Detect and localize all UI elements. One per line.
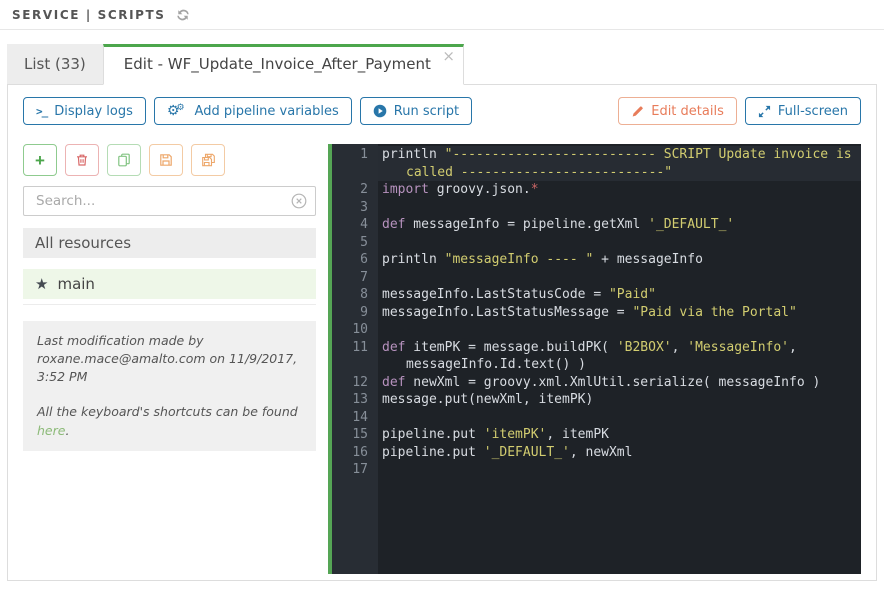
line-number: 13 — [352, 392, 368, 407]
breadcrumb: SERVICE | SCRIPTS — [12, 8, 166, 22]
line-number: 1 — [360, 147, 368, 162]
tab-list[interactable]: List (33) — [7, 44, 103, 84]
code-line[interactable]: 17 — [332, 461, 861, 479]
resource-item-label: main — [57, 275, 95, 293]
star-icon: ★ — [35, 275, 49, 293]
code-line[interactable]: 15 pipeline.put 'itemPK', itemPK — [332, 426, 861, 444]
display-logs-button[interactable]: >_ Display logs — [23, 97, 146, 125]
add-pipeline-variables-button[interactable]: ⚙⚙ Add pipeline variables — [153, 97, 352, 125]
line-number: 14 — [352, 409, 368, 425]
content-row: + Search... All resources ★ main Last mo… — [23, 144, 861, 574]
pencil-icon — [631, 105, 644, 118]
line-number: 7 — [360, 269, 368, 285]
last-modification-text: Last modification made by roxane.mace@am… — [37, 333, 298, 385]
tab-edit-label: Edit - WF_Update_Invoice_After_Payment — [123, 55, 431, 73]
resource-item-main[interactable]: ★ main — [23, 269, 316, 299]
code-line[interactable]: 7 — [332, 269, 861, 287]
close-tab-icon[interactable]: × — [442, 49, 455, 64]
line-number: 10 — [352, 322, 368, 337]
edit-details-button[interactable]: Edit details — [618, 97, 737, 125]
code-line[interactable]: 13 message.put(newXml, itemPK) — [332, 391, 861, 409]
run-script-label: Run script — [393, 103, 460, 119]
floppy-icon — [159, 153, 173, 167]
full-screen-button[interactable]: Full-screen — [744, 97, 861, 125]
code-line[interactable]: 14 — [332, 409, 861, 427]
clear-search-icon[interactable] — [291, 193, 307, 209]
edit-details-label: Edit details — [651, 103, 724, 119]
save-all-button[interactable] — [191, 144, 225, 176]
terminal-icon: >_ — [36, 104, 48, 118]
duplicate-resource-button[interactable] — [107, 144, 141, 176]
save-icon-button[interactable] — [149, 144, 183, 176]
full-screen-label: Full-screen — [777, 103, 848, 119]
breadcrumb-bar: SERVICE | SCRIPTS — [0, 0, 884, 30]
code-editor[interactable]: 1 println "-------------------------- SCR… — [328, 144, 861, 574]
line-number: 6 — [360, 252, 368, 267]
delete-resource-button[interactable] — [65, 144, 99, 176]
play-circle-icon — [373, 104, 387, 118]
code-lines: 1 println "-------------------------- SCR… — [332, 144, 861, 479]
plus-icon: + — [35, 150, 45, 170]
line-number: 8 — [360, 287, 368, 302]
shortcuts-text: All the keyboard's shortcuts can be foun… — [37, 404, 298, 438]
code-line[interactable]: 11 def itemPK = message.buildPK( 'B2BOX',… — [332, 339, 861, 374]
info-note: Last modification made by roxane.mace@am… — [23, 321, 316, 451]
line-number: 5 — [360, 234, 368, 250]
code-line[interactable]: 12 def newXml = groovy.xml.XmlUtil.serial… — [332, 374, 861, 392]
code-line[interactable]: 9 messageInfo.LastStatusMessage = "Paid v… — [332, 304, 861, 322]
code-line[interactable]: 3 — [332, 199, 861, 217]
code-line[interactable]: 8 messageInfo.LastStatusCode = "Paid" — [332, 286, 861, 304]
line-number: 9 — [360, 304, 368, 320]
code-line[interactable]: 16 pipeline.put '_DEFAULT_', newXml — [332, 444, 861, 462]
line-number: 2 — [360, 182, 368, 197]
run-script-button[interactable]: Run script — [359, 97, 473, 125]
code-line[interactable]: 1 println "-------------------------- SCR… — [332, 146, 861, 181]
action-bar: >_ Display logs ⚙⚙ Add pipeline variable… — [23, 97, 861, 125]
action-bar-left: >_ Display logs ⚙⚙ Add pipeline variable… — [23, 97, 473, 125]
code-line[interactable]: 4 def messageInfo = pipeline.getXml '_DEF… — [332, 216, 861, 234]
all-resources-item[interactable]: All resources — [23, 228, 316, 258]
script-editor-panel: >_ Display logs ⚙⚙ Add pipeline variable… — [7, 84, 877, 581]
gears-icon: ⚙⚙ — [166, 103, 185, 119]
display-logs-label: Display logs — [54, 103, 133, 119]
search-input[interactable] — [23, 186, 316, 216]
refresh-icon[interactable] — [176, 8, 190, 22]
line-number: 12 — [352, 374, 368, 390]
code-line[interactable]: 10 — [332, 321, 861, 339]
list-divider — [23, 304, 316, 305]
trash-icon — [75, 153, 89, 167]
line-number: 11 — [352, 339, 368, 355]
line-number: 3 — [360, 199, 368, 215]
line-number: 4 — [360, 217, 368, 232]
fullscreen-icon — [758, 105, 771, 118]
resource-sidebar: + Search... All resources ★ main Last mo… — [23, 144, 316, 574]
line-number: 17 — [352, 462, 368, 477]
action-bar-right: Edit details Full-screen — [618, 97, 861, 125]
add-pipeline-variables-label: Add pipeline variables — [194, 103, 339, 119]
shortcuts-link[interactable]: here — [37, 423, 65, 438]
add-resource-button[interactable]: + — [23, 144, 57, 176]
search-box — [23, 186, 316, 216]
code-line[interactable]: 2 import groovy.json.* — [332, 181, 861, 199]
floppy-multi-icon — [201, 153, 216, 167]
line-number: 16 — [352, 444, 368, 460]
tab-edit-script[interactable]: Edit - WF_Update_Invoice_After_Payment × — [102, 44, 464, 85]
tab-bar: List (33) Edit - WF_Update_Invoice_After… — [7, 44, 884, 85]
code-line[interactable]: 6 println "messageInfo ---- " + messageIn… — [332, 251, 861, 269]
line-number: 15 — [352, 427, 368, 442]
code-line[interactable]: 5 — [332, 234, 861, 252]
resource-toolbar: + — [23, 144, 316, 176]
copy-icon — [117, 153, 131, 167]
